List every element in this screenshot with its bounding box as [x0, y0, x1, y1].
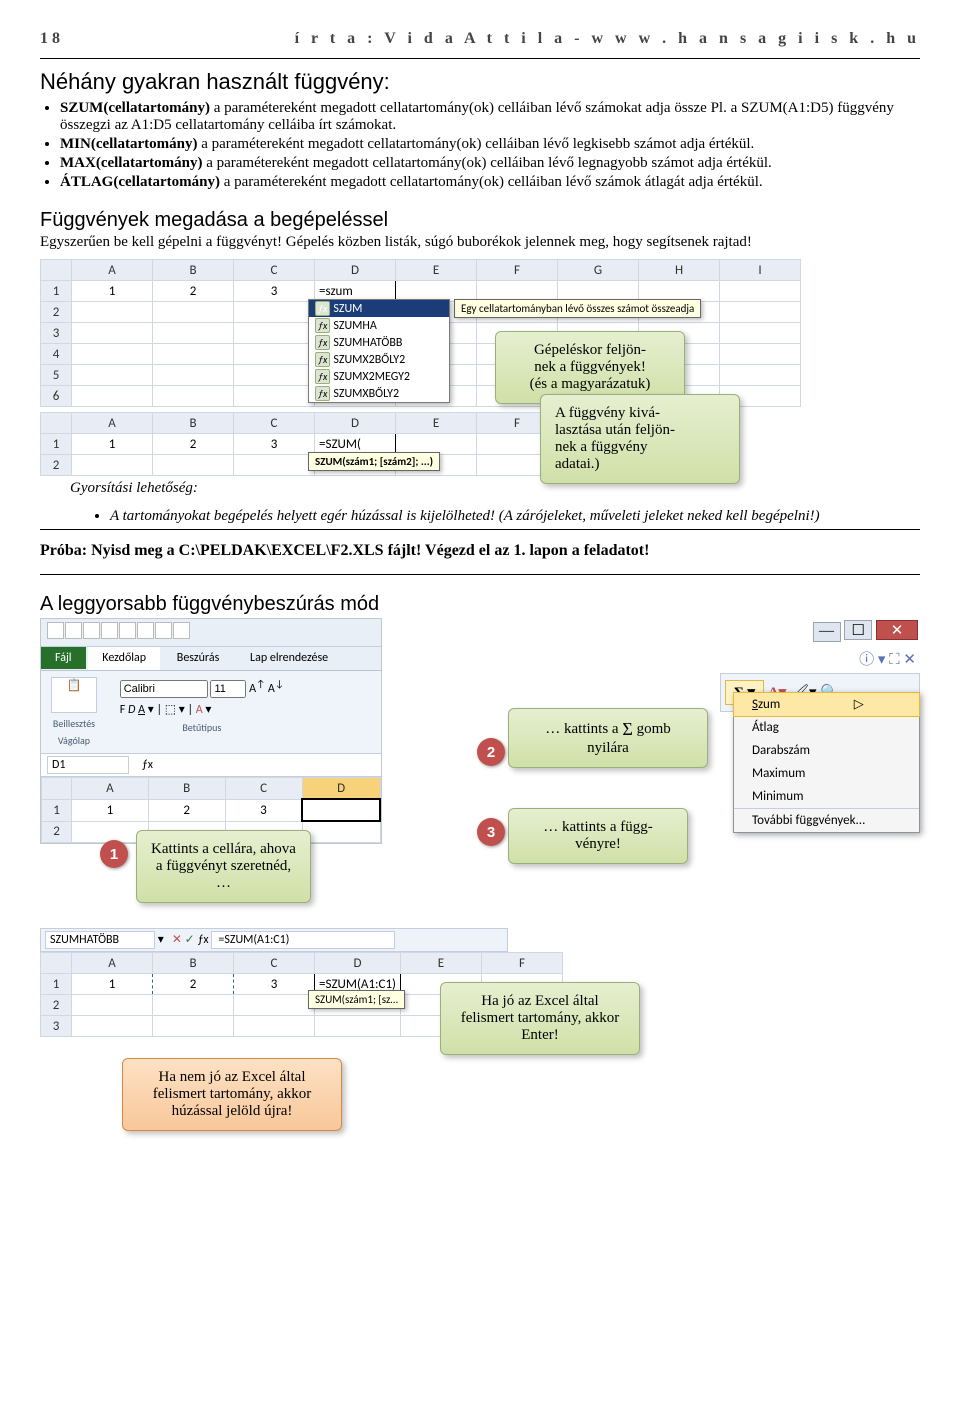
menu-item-darabszam[interactable]: Darabszám — [734, 739, 919, 762]
func-item-szum: SZUM(cellatartomány) a paramétereként me… — [60, 100, 920, 134]
section2-heading: Függvények megadása a begépeléssel — [40, 209, 920, 232]
screenshot-3: Fájl Kezdőlap Beszúrás Lap elrendezése 📋… — [40, 618, 920, 908]
active-cell-d1[interactable] — [302, 799, 380, 821]
byline: í r t a : V i d a A t t i l a - w w w . … — [295, 30, 920, 48]
name-box[interactable]: D1 — [47, 756, 129, 774]
fx-icon[interactable]: ƒx — [142, 758, 153, 772]
autosum-menu[interactable]: SSzumzum ▷ Átlag Darabszám Maximum Minim… — [733, 692, 920, 833]
tab-file[interactable]: Fájl — [41, 647, 86, 669]
badge-1: 1 — [100, 840, 128, 868]
menu-item-maximum[interactable]: Maximum — [734, 762, 919, 785]
section2-subtitle: Egyszerűen be kell gépelni a függvényt! … — [40, 234, 920, 251]
shortcut-hint-list: A tartományokat begépelés helyett egér h… — [110, 508, 920, 525]
dropdown-item-selected[interactable]: ƒxSZUM — [309, 300, 449, 317]
func-item-max: MAX(cellatartomány) a paramétereként meg… — [60, 155, 920, 172]
screenshot-4: SZUMHATÖBB ▾ ✕ ✓ ƒx =SZUM(A1:C1) ABCDEF … — [40, 928, 920, 1128]
tab-home[interactable]: Kezdőlap — [88, 647, 160, 670]
close-button[interactable]: ✕ — [876, 620, 918, 640]
badge-3: 3 — [477, 818, 505, 846]
group-font: A↑ A↓ F D A ▾ | ⬚ ▾ | A ▾ Betűtípus — [120, 677, 284, 734]
formula-bar: D1 ƒx — [41, 753, 381, 777]
function-signature-tooltip: SZUM(szám1; [szám2]; ...) — [308, 452, 440, 471]
callout-selection-hint: A függvény kivá-lasztása után feljön-nek… — [540, 394, 740, 484]
formula-input[interactable]: =SZUM(A1:C1) — [211, 931, 395, 949]
font-size-combo[interactable] — [210, 680, 246, 698]
qat-icons[interactable] — [41, 619, 381, 647]
minimize-button[interactable]: — — [813, 622, 841, 642]
tab-insert[interactable]: Beszúrás — [163, 647, 234, 669]
ribbon-tabs: Fájl Kezdőlap Beszúrás Lap elrendezése — [41, 647, 381, 670]
function-autocomplete-dropdown[interactable]: ƒxSZUM ƒxSZUMHA ƒxSZUMHATÖBB ƒxSZUMX2BŐL… — [308, 299, 450, 403]
proba-instruction: Próba: Nyisd meg a C:\PELDAK\EXCEL\F2.XL… — [40, 542, 920, 560]
dropdown-item[interactable]: ƒxSZUMX2BŐLY2 — [309, 351, 449, 368]
group-clipboard: 📋 Beillesztés Vágólap — [51, 677, 97, 747]
screenshot-2: ABCDEF 1123=SZUM( 2 SZUM(szám1; [szám2];… — [40, 412, 920, 504]
shortcut-hint-item: A tartományokat begépelés helyett egér h… — [110, 508, 920, 525]
maximize-button[interactable]: ☐ — [844, 620, 872, 640]
signature-tooltip-4: SZUM(szám1; [sz… — [308, 990, 405, 1009]
callout-enter-hint: Ha jó az Excel által felismert tartomány… — [440, 982, 640, 1055]
callout-step1: Kattints a cellára, ahova a függvényt sz… — [136, 830, 311, 903]
menu-item-more[interactable]: További függvények... — [734, 808, 919, 832]
screenshot-1: ABCDEFGHI 1123=szum 2 3 4 5 6 ƒxSZUM ƒxS… — [40, 259, 920, 404]
font-name-combo[interactable] — [120, 680, 208, 698]
func-item-atlag: ÁTLAG(cellatartomány) a paramétereként m… — [60, 174, 920, 191]
excel-window: Fájl Kezdőlap Beszúrás Lap elrendezése 📋… — [40, 618, 382, 844]
ribbon-body: 📋 Beillesztés Vágólap A↑ A↓ F D A ▾ | ⬚ … — [41, 670, 381, 753]
callout-step3: … kattints a függ- vényre! — [508, 808, 688, 864]
function-description-tooltip: Egy cellatartományban lévő összes számot… — [454, 299, 701, 318]
badge-2: 2 — [477, 738, 505, 766]
sigma-icon: Σ — [622, 719, 632, 739]
page-header: 18 í r t a : V i d a A t t i l a - w w w… — [40, 30, 920, 48]
tab-layout[interactable]: Lap elrendezése — [236, 647, 342, 669]
help-icon[interactable]: ⓘ ▾ ⛶ ✕ — [859, 652, 916, 668]
dropdown-item[interactable]: ƒxSZUMX2MEGY2 — [309, 368, 449, 385]
dropdown-item[interactable]: ƒxSZUMHA — [309, 317, 449, 334]
menu-item-minimum[interactable]: Minimum — [734, 785, 919, 808]
header-separator — [40, 58, 920, 59]
name-box-4[interactable]: SZUMHATÖBB — [45, 931, 155, 949]
separator-3 — [40, 574, 920, 575]
menu-item-szum[interactable]: SSzumzum ▷ — [733, 692, 920, 717]
func-item-min: MIN(cellatartomány) a paramétereként meg… — [60, 136, 920, 153]
page-number: 18 — [40, 30, 64, 48]
section3-heading: A leggyorsabb függvénybeszúrás mód — [40, 593, 920, 616]
separator-2 — [40, 529, 920, 530]
dropdown-item[interactable]: ƒxSZUMHATÖBB — [309, 334, 449, 351]
section1-title: Néhány gyakran használt függvény: — [40, 69, 920, 95]
function-list: SZUM(cellatartomány) a paramétereként me… — [60, 100, 920, 191]
menu-item-atlag[interactable]: Átlag — [734, 716, 919, 739]
gyorsitas-label: Gyorsítási lehetőség: — [70, 480, 198, 497]
callout-step2: … kattints a Σ gomb nyilára — [508, 708, 708, 768]
sheet2-grid: ABCDEF 1123=SZUM( 2 — [40, 412, 558, 476]
dropdown-item[interactable]: ƒxSZUMXBŐLY2 — [309, 385, 449, 402]
callout-redo-range: Ha nem jó az Excel által felismert tarto… — [122, 1058, 342, 1131]
fx-icon-4[interactable]: ƒx — [197, 933, 208, 947]
